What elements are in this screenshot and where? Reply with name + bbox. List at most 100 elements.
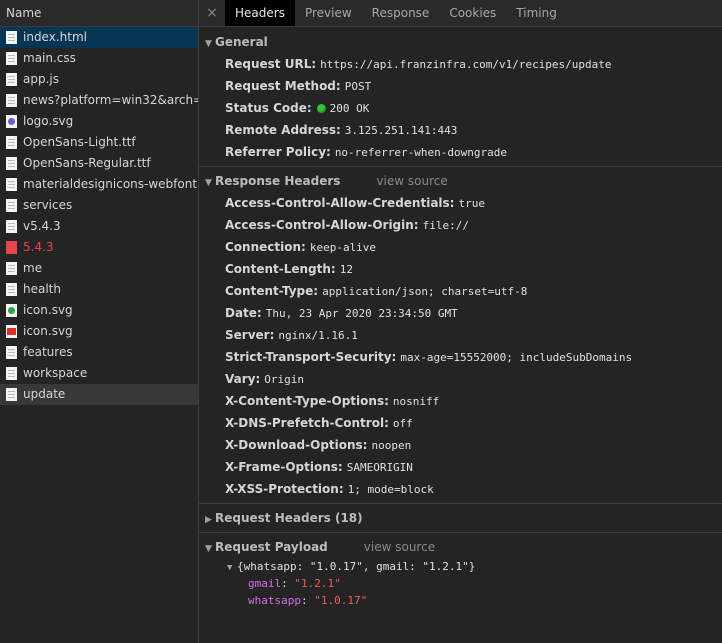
header-key: Server: bbox=[225, 328, 275, 342]
request-row-index-html[interactable]: index.html bbox=[0, 27, 198, 48]
header-value: true bbox=[458, 197, 485, 210]
close-icon[interactable]: × bbox=[199, 0, 225, 26]
section-title: Response Headers bbox=[215, 174, 341, 188]
request-row-opensans-regular[interactable]: OpenSans-Regular.ttf bbox=[0, 153, 198, 174]
header-row: Vary: Origin bbox=[199, 368, 722, 390]
error-document-icon bbox=[6, 241, 17, 254]
request-headers-section: ▶ Request Headers (18) bbox=[199, 503, 722, 532]
header-value: max-age=15552000; includeSubDomains bbox=[400, 351, 633, 364]
request-headers-toggle[interactable]: ▶ Request Headers (18) bbox=[199, 507, 722, 529]
document-icon bbox=[6, 367, 17, 380]
document-icon bbox=[6, 220, 17, 233]
header-row: X-Download-Options: noopen bbox=[199, 434, 722, 456]
request-name: index.html bbox=[23, 30, 87, 44]
header-value: file:// bbox=[422, 219, 469, 232]
payload-property: whatsapp: "1.0.17" bbox=[199, 592, 722, 609]
request-row-icon-svg-whatsapp[interactable]: icon.svg bbox=[0, 300, 198, 321]
request-name: 5.4.3 bbox=[23, 240, 54, 254]
view-source-link[interactable]: view source bbox=[364, 540, 435, 554]
request-name: me bbox=[23, 261, 43, 275]
payload-summary: {whatsapp: "1.0.17", gmail: "1.2.1"} bbox=[237, 560, 476, 573]
header-row: Date: Thu, 23 Apr 2020 23:34:50 GMT bbox=[199, 302, 722, 324]
header-key: Content-Type: bbox=[225, 284, 319, 298]
response-headers-toggle[interactable]: ▼ Response Headers view source bbox=[199, 170, 722, 192]
request-row-workspace[interactable]: workspace bbox=[0, 363, 198, 384]
header-key: Access-Control-Allow-Credentials: bbox=[225, 196, 455, 210]
request-row-services[interactable]: services bbox=[0, 195, 198, 216]
request-details-panel: × Headers Preview Response Cookies Timin… bbox=[199, 0, 722, 643]
header-key: Status Code: bbox=[225, 101, 312, 115]
tab-cookies[interactable]: Cookies bbox=[439, 0, 506, 26]
header-row: X-XSS-Protection: 1; mode=block bbox=[199, 478, 722, 500]
header-row: X-Frame-Options: SAMEORIGIN bbox=[199, 456, 722, 478]
header-row: X-DNS-Prefetch-Control: off bbox=[199, 412, 722, 434]
triangle-right-icon: ▶ bbox=[205, 515, 212, 525]
response-headers-section: ▼ Response Headers view source Access-Cont… bbox=[199, 166, 722, 503]
request-row-features[interactable]: features bbox=[0, 342, 198, 363]
header-value: 12 bbox=[339, 263, 353, 276]
header-row: Access-Control-Allow-Origin: file:// bbox=[199, 214, 722, 236]
whatsapp-icon bbox=[6, 304, 17, 317]
document-icon bbox=[6, 283, 17, 296]
triangle-down-icon: ▼ bbox=[227, 563, 233, 573]
request-row-materialdesignicons[interactable]: materialdesignicons-webfont... bbox=[0, 174, 198, 195]
request-payload-toggle[interactable]: ▼ Request Payload view source bbox=[199, 536, 722, 558]
header-value: 1; mode=block bbox=[347, 483, 434, 496]
document-icon bbox=[6, 94, 17, 107]
header-key: X-Content-Type-Options: bbox=[225, 394, 389, 408]
document-icon bbox=[6, 346, 17, 359]
payload-value: "1.0.17" bbox=[314, 594, 368, 607]
request-row-5-4-3-error[interactable]: 5.4.3 bbox=[0, 237, 198, 258]
request-row-v5-4-3[interactable]: v5.4.3 bbox=[0, 216, 198, 237]
request-name: features bbox=[23, 345, 73, 359]
triangle-down-icon: ▼ bbox=[205, 39, 212, 49]
request-name: workspace bbox=[23, 366, 88, 380]
tab-headers[interactable]: Headers bbox=[225, 0, 295, 26]
document-icon bbox=[6, 199, 17, 212]
section-title: Request Payload bbox=[215, 540, 328, 554]
header-row: Access-Control-Allow-Credentials: true bbox=[199, 192, 722, 214]
request-name: services bbox=[23, 198, 73, 212]
header-key: Request URL: bbox=[225, 57, 317, 71]
request-name: update bbox=[23, 387, 66, 401]
general-section-toggle[interactable]: ▼ General bbox=[199, 31, 722, 53]
request-row-icon-svg-gmail[interactable]: icon.svg bbox=[0, 321, 198, 342]
request-name: icon.svg bbox=[23, 303, 73, 317]
request-name: icon.svg bbox=[23, 324, 73, 338]
document-icon bbox=[6, 31, 17, 44]
document-icon bbox=[6, 262, 17, 275]
request-row-health[interactable]: health bbox=[0, 279, 198, 300]
header-value: nginx/1.16.1 bbox=[278, 329, 358, 342]
payload-key: whatsapp bbox=[248, 594, 301, 607]
request-row-opensans-light[interactable]: OpenSans-Light.ttf bbox=[0, 132, 198, 153]
header-value: keep-alive bbox=[309, 241, 377, 254]
header-key: Remote Address: bbox=[225, 123, 341, 137]
request-row-news[interactable]: news?platform=win32&arch=x... bbox=[0, 90, 198, 111]
request-list-panel: Name index.html main.css app.js news?pla… bbox=[0, 0, 199, 643]
header-key: Content-Length: bbox=[225, 262, 336, 276]
name-column-header[interactable]: Name bbox=[0, 0, 198, 27]
header-row: Status Code: 200 OK bbox=[199, 97, 722, 119]
view-source-link[interactable]: view source bbox=[376, 174, 447, 188]
request-name: OpenSans-Regular.ttf bbox=[23, 156, 151, 170]
request-row-logo-svg[interactable]: logo.svg bbox=[0, 111, 198, 132]
document-icon bbox=[6, 178, 17, 191]
header-row: Request Method: POST bbox=[199, 75, 722, 97]
header-value: https://api.franzinfra.com/v1/recipes/up… bbox=[320, 58, 612, 71]
tab-preview[interactable]: Preview bbox=[295, 0, 362, 26]
request-row-me[interactable]: me bbox=[0, 258, 198, 279]
request-row-update[interactable]: update bbox=[0, 384, 198, 405]
header-row: Strict-Transport-Security: max-age=155520… bbox=[199, 346, 722, 368]
payload-object-toggle[interactable]: ▼ {whatsapp: "1.0.17", gmail: "1.2.1"} bbox=[199, 558, 722, 575]
document-icon bbox=[6, 388, 17, 401]
header-value: 3.125.251.141:443 bbox=[344, 124, 458, 137]
request-name: news?platform=win32&arch=x... bbox=[23, 93, 198, 107]
tab-response[interactable]: Response bbox=[362, 0, 440, 26]
status-ok-dot-icon bbox=[316, 104, 326, 113]
request-row-app-js[interactable]: app.js bbox=[0, 69, 198, 90]
image-icon bbox=[6, 115, 17, 128]
tab-timing[interactable]: Timing bbox=[506, 0, 567, 26]
request-row-main-css[interactable]: main.css bbox=[0, 48, 198, 69]
header-row: X-Content-Type-Options: nosniff bbox=[199, 390, 722, 412]
header-key: Connection: bbox=[225, 240, 306, 254]
